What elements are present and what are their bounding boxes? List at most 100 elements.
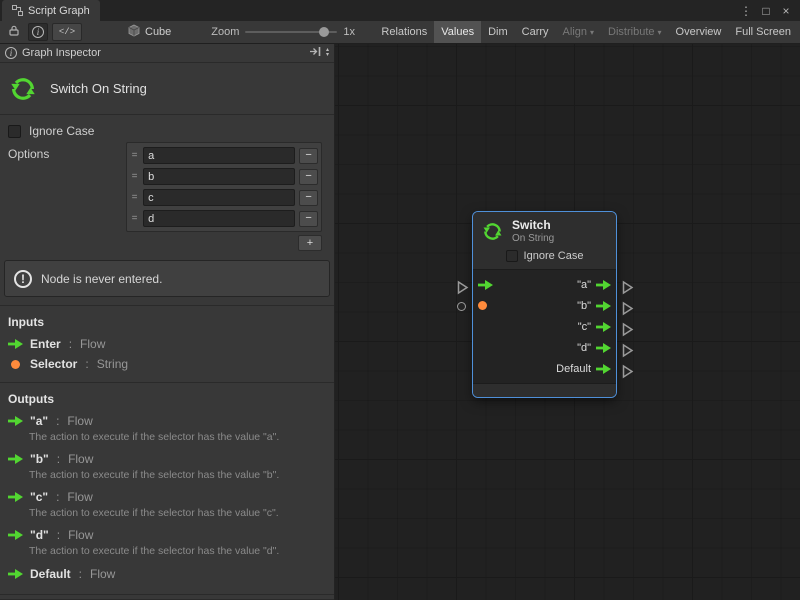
inspect-toggle-button[interactable]: i (28, 23, 48, 41)
inputs-header: Inputs (0, 306, 334, 334)
remove-option-button[interactable]: − (299, 190, 318, 206)
ignore-case-row: Ignore Case (0, 115, 334, 140)
option-input[interactable] (143, 168, 295, 185)
dim-button[interactable]: Dim (481, 21, 515, 43)
ignore-case-label: Ignore Case (29, 124, 94, 138)
carry-button[interactable]: Carry (515, 21, 556, 43)
options-section: Options = − = − (0, 140, 334, 251)
remove-option-button[interactable]: − (299, 148, 318, 164)
tab-bar: Script Graph ⋮ □ × (0, 0, 800, 21)
zoom-slider[interactable] (245, 25, 337, 39)
graph-inspector-panel: i Graph Inspector ▴▾ Switch On String (0, 44, 335, 600)
object-label: Cube (145, 26, 171, 38)
output-flow-socket[interactable] (621, 364, 634, 379)
fullscreen-button[interactable]: Full Screen (728, 21, 798, 43)
outputs-header: Outputs (0, 383, 334, 411)
node-ports: "a" "b" (473, 270, 616, 384)
value-port-icon (11, 360, 20, 369)
remove-option-button[interactable]: − (299, 169, 318, 185)
enter-port-icon[interactable] (478, 280, 493, 290)
switch-unit-icon (481, 220, 504, 243)
window-menu-icon[interactable]: ⋮ (736, 4, 756, 18)
close-icon[interactable]: × (776, 4, 796, 18)
selector-port-icon[interactable] (478, 301, 487, 310)
graph-canvas[interactable]: Switch On String Ignore Case "a" (335, 44, 800, 600)
toolbar-buttons: Relations Values Dim Carry Align▾ Distri… (374, 21, 798, 43)
port-description: The action to execute if the selector ha… (0, 545, 334, 563)
output-flow-socket[interactable] (621, 301, 634, 316)
option-input[interactable] (143, 210, 295, 227)
inspector-title: Graph Inspector (22, 47, 101, 59)
tab-script-graph[interactable]: Script Graph (2, 0, 100, 21)
code-icon: </> (59, 27, 75, 37)
inputs-section: Inputs Enter : Flow Selector : String (0, 305, 334, 374)
output-flow-socket[interactable] (621, 280, 634, 295)
drag-handle-icon[interactable]: = (130, 213, 139, 224)
dock-icon[interactable] (309, 46, 322, 60)
maximize-icon[interactable]: □ (756, 4, 776, 18)
lock-button[interactable] (4, 23, 24, 41)
distribute-button[interactable]: Distribute▾ (601, 21, 668, 43)
relations-button[interactable]: Relations (374, 21, 434, 43)
flow-arrow-icon (8, 492, 23, 502)
window-controls: ⋮ □ × (736, 0, 800, 21)
add-option-button[interactable]: + (298, 235, 322, 251)
remove-option-button[interactable]: − (299, 211, 318, 227)
option-row: = − (129, 145, 319, 166)
option-row: = − (129, 166, 319, 187)
output-port-item: Default : Flow (0, 564, 334, 584)
node-ignore-case-row: Ignore Case (473, 247, 616, 270)
flow-arrow-icon (8, 530, 23, 540)
input-port-item: Selector : String (0, 354, 334, 374)
node-header[interactable]: Switch On String (473, 212, 616, 247)
port-row: "c" (473, 316, 616, 337)
align-button[interactable]: Align▾ (556, 21, 601, 43)
tab-label: Script Graph (28, 5, 90, 17)
values-button[interactable]: Values (434, 21, 481, 43)
output-flow-socket[interactable] (621, 322, 634, 337)
flow-arrow-icon (8, 416, 23, 426)
drag-handle-icon[interactable]: = (130, 171, 139, 182)
options-label: Options (8, 142, 49, 161)
outputs-section: Outputs "a" : Flow The action to execute… (0, 382, 334, 584)
warning-icon: ! (14, 270, 32, 288)
option-input[interactable] (143, 189, 295, 206)
output-port-icon[interactable] (596, 280, 611, 290)
scroll-updown-icon[interactable]: ▴▾ (326, 48, 329, 58)
zoom-value: 1x (343, 26, 355, 38)
info-icon: i (32, 26, 44, 38)
panel-divider (0, 594, 334, 600)
script-graph-icon (12, 5, 23, 16)
code-button[interactable]: </> (52, 23, 82, 41)
drag-handle-icon[interactable]: = (130, 150, 139, 161)
output-port-item: "d" : Flow (0, 525, 334, 545)
enter-flow-socket[interactable] (456, 280, 469, 295)
option-row: = − (129, 187, 319, 208)
ignore-case-checkbox[interactable] (8, 125, 21, 138)
output-flow-socket[interactable] (621, 343, 634, 358)
switch-on-string-node[interactable]: Switch On String Ignore Case "a" (473, 212, 616, 397)
input-port-item: Enter : Flow (0, 334, 334, 354)
node-title: Switch (512, 219, 554, 233)
selector-value-socket[interactable] (457, 302, 466, 311)
output-port-icon[interactable] (596, 343, 611, 353)
graph-owner-object[interactable]: Cube (128, 24, 171, 40)
output-port-icon[interactable] (596, 322, 611, 332)
node-footer (473, 384, 616, 397)
options-list: = − = − = − (126, 142, 322, 232)
output-port-item: "b" : Flow (0, 449, 334, 469)
output-port-icon[interactable] (596, 364, 611, 374)
option-input[interactable] (143, 147, 295, 164)
flow-arrow-icon (8, 569, 23, 579)
node-subtitle: On String (512, 233, 554, 245)
port-row: "d" (473, 337, 616, 358)
output-port-icon[interactable] (596, 301, 611, 311)
option-row: = − (129, 208, 319, 229)
inspector-header: i Graph Inspector ▴▾ (0, 44, 334, 63)
overview-button[interactable]: Overview (669, 21, 729, 43)
ignore-case-checkbox[interactable] (506, 250, 518, 262)
zoom-slider-handle[interactable] (319, 27, 329, 37)
port-row: "a" (473, 274, 616, 295)
ignore-case-label: Ignore Case (524, 250, 584, 262)
drag-handle-icon[interactable]: = (130, 192, 139, 203)
